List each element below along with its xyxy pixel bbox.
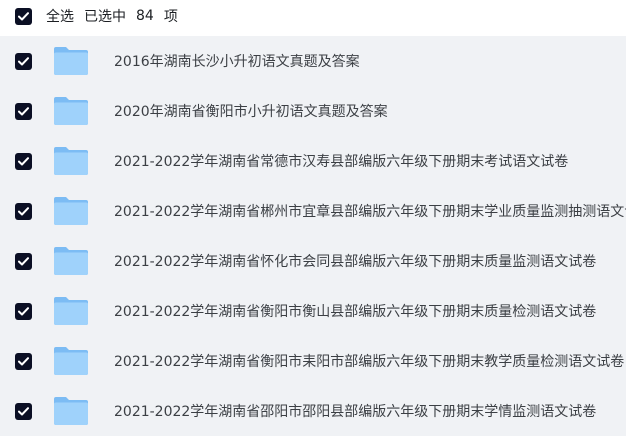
file-list: 2016年湖南长沙小升初语文真题及答案 2020年湖南省衡阳市小升初语文真题及答…	[0, 36, 626, 436]
folder-icon	[53, 246, 89, 276]
selected-label: 已选中	[84, 9, 126, 25]
folder-icon	[53, 46, 89, 76]
folder-icon	[53, 146, 89, 176]
folder-icon	[53, 396, 89, 426]
file-row[interactable]: 2021-2022学年湖南省郴州市宜章县部编版六年级下册期末学业质量监测抽测语文…	[0, 186, 626, 236]
selection-toolbar: 全选 已选中 84 项	[0, 0, 626, 32]
file-name[interactable]: 2021-2022学年湖南省郴州市宜章县部编版六年级下册期末学业质量监测抽测语文…	[114, 201, 626, 221]
folder-icon	[53, 96, 89, 126]
file-name[interactable]: 2021-2022学年湖南省常德市汉寿县部编版六年级下册期末考试语文试卷	[114, 151, 568, 171]
selected-unit: 项	[163, 9, 178, 25]
select-all-label[interactable]: 全选	[46, 6, 74, 26]
file-checkbox-icon[interactable]	[15, 302, 32, 320]
file-checkbox-icon[interactable]	[15, 152, 32, 170]
file-row[interactable]: 2021-2022学年湖南省常德市汉寿县部编版六年级下册期末考试语文试卷	[0, 136, 626, 186]
file-row[interactable]: 2016年湖南长沙小升初语文真题及答案	[0, 36, 626, 86]
file-checkbox-icon[interactable]	[15, 252, 32, 270]
file-name[interactable]: 2021-2022学年湖南省衡阳市衡山县部编版六年级下册期末质量检测语文试卷	[114, 301, 596, 321]
file-checkbox-icon[interactable]	[15, 102, 32, 120]
file-name[interactable]: 2021-2022学年湖南省衡阳市耒阳市部编版六年级下册期末教学质量检测语文试卷	[114, 351, 624, 371]
folder-icon	[53, 346, 89, 376]
file-row[interactable]: 2020年湖南省衡阳市小升初语文真题及答案	[0, 86, 626, 136]
file-checkbox-icon[interactable]	[15, 352, 32, 370]
folder-icon	[53, 296, 89, 326]
folder-icon	[53, 196, 89, 226]
file-name[interactable]: 2021-2022学年湖南省邵阳市邵阳县部编版六年级下册期末学情监测语文试卷	[114, 401, 596, 421]
file-checkbox-icon[interactable]	[15, 202, 32, 220]
file-row[interactable]: 2021-2022学年湖南省邵阳市邵阳县部编版六年级下册期末学情监测语文试卷	[0, 386, 626, 436]
file-row[interactable]: 2021-2022学年湖南省衡阳市耒阳市部编版六年级下册期末教学质量检测语文试卷	[0, 336, 626, 386]
file-row[interactable]: 2021-2022学年湖南省怀化市会同县部编版六年级下册期末质量监测语文试卷	[0, 236, 626, 286]
file-checkbox-icon[interactable]	[15, 52, 32, 70]
file-row[interactable]: 2021-2022学年湖南省衡阳市衡山县部编版六年级下册期末质量检测语文试卷	[0, 286, 626, 336]
select-all-checkbox-icon[interactable]	[15, 7, 32, 25]
selected-count: 84	[136, 8, 154, 24]
file-name[interactable]: 2016年湖南长沙小升初语文真题及答案	[114, 51, 360, 71]
file-name[interactable]: 2021-2022学年湖南省怀化市会同县部编版六年级下册期末质量监测语文试卷	[114, 251, 596, 271]
file-name[interactable]: 2020年湖南省衡阳市小升初语文真题及答案	[114, 101, 388, 121]
file-checkbox-icon[interactable]	[15, 402, 32, 420]
